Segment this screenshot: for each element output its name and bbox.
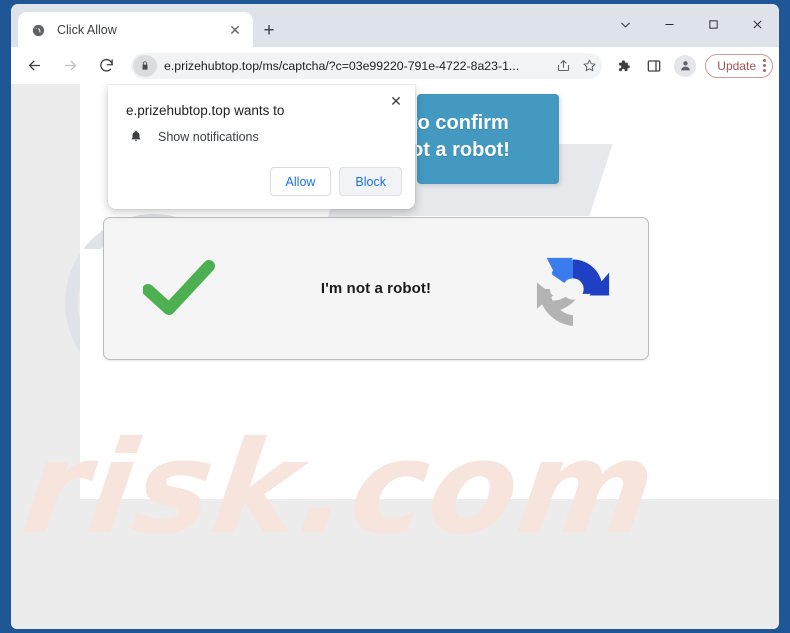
update-button[interactable]: Update (705, 53, 773, 78)
three-dot-menu-icon[interactable] (763, 59, 766, 72)
avatar[interactable] (670, 51, 700, 81)
green-checkmark-icon (143, 259, 215, 315)
allow-button[interactable]: Allow (269, 167, 332, 196)
captcha-label: I'm not a robot! (320, 280, 432, 297)
watermark-text: risk.com (14, 414, 666, 563)
captcha-card[interactable]: I'm not a robot! (103, 217, 649, 360)
globe-icon (30, 22, 47, 39)
reload-icon[interactable] (90, 50, 122, 82)
browser-toolbar: e.prizehubtop.top/ms/captcha/?c=03e99220… (11, 47, 779, 84)
new-tab-button[interactable]: + (255, 17, 283, 45)
bell-icon (126, 129, 146, 144)
browser-window: Click Allow ✕ + e.prizehubtop.top/ms/cap… (11, 4, 779, 629)
recaptcha-logo-svg (536, 257, 610, 326)
back-icon[interactable] (18, 50, 50, 82)
browser-tab[interactable]: Click Allow ✕ (18, 12, 253, 48)
chevron-down-icon[interactable] (603, 6, 647, 42)
avatar-icon (674, 54, 697, 77)
puzzle-icon[interactable] (608, 51, 638, 81)
permission-row: Show notifications (126, 129, 259, 144)
window-frame: Click Allow ✕ + e.prizehubtop.top/ms/cap… (0, 0, 790, 633)
block-button[interactable]: Block (339, 167, 402, 196)
close-window-icon[interactable] (735, 6, 779, 42)
banner-line-1: to confirm (417, 112, 509, 134)
url-text: e.prizehubtop.top/ms/captcha/?c=03e99220… (164, 58, 520, 73)
page-viewport: risk.com to confirm ot a robot! I'm not … (11, 84, 779, 629)
popup-buttons: Allow Block (269, 167, 402, 196)
confirmation-banner: to confirm ot a robot! (417, 94, 559, 184)
close-icon[interactable]: ✕ (223, 18, 247, 42)
notification-permission-popup: ✕ e.prizehubtop.top wants to Show notifi… (108, 85, 415, 209)
permission-label: Show notifications (158, 129, 259, 144)
address-bar[interactable]: e.prizehubtop.top/ms/captcha/?c=03e99220… (131, 52, 603, 79)
maximize-icon[interactable] (691, 6, 735, 42)
popup-title: e.prizehubtop.top wants to (126, 103, 285, 118)
share-icon[interactable] (550, 53, 576, 79)
update-label: Update (717, 58, 756, 73)
recaptcha-arrows-icon (498, 248, 648, 330)
lock-icon[interactable] (133, 54, 157, 77)
tab-title: Click Allow (57, 23, 117, 37)
star-icon[interactable] (576, 53, 602, 79)
minimize-icon[interactable] (647, 6, 691, 42)
checkmark-wrapper (104, 259, 254, 318)
side-panel-icon[interactable] (639, 51, 669, 81)
banner-line-2: ot a robot! (417, 139, 510, 161)
tab-strip: Click Allow ✕ + (11, 4, 779, 48)
forward-icon[interactable] (54, 50, 86, 82)
window-controls (603, 4, 779, 44)
close-icon[interactable]: ✕ (386, 91, 406, 111)
